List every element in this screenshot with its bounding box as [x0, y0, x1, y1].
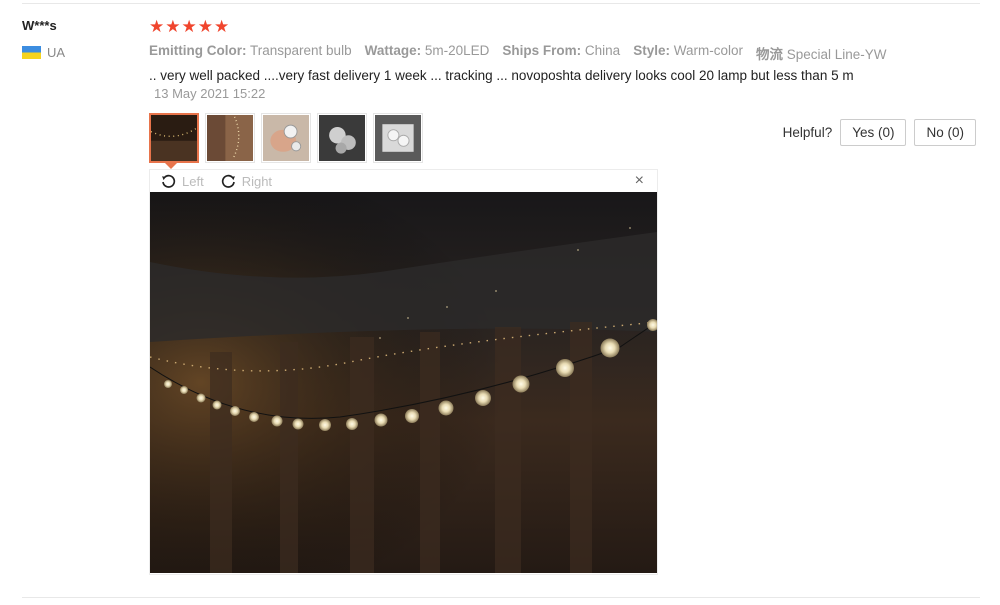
image-viewer: Left Right ×: [149, 169, 658, 575]
thumbnail-image: [207, 115, 253, 161]
thumbnail-image: [150, 115, 198, 161]
ukraine-flag-icon: [22, 46, 41, 59]
rotate-right-button[interactable]: Right: [220, 173, 272, 190]
attribute-wattage: Wattage: 5m-20LED: [364, 43, 490, 58]
product-attributes: Emitting Color: Transparent bulb Wattage…: [149, 43, 900, 63]
helpful-vote: Helpful? Yes (0) No (0): [783, 119, 976, 146]
star-icon: ★: [149, 17, 165, 36]
rotate-right-icon: [221, 174, 235, 188]
review-thumbnail-1[interactable]: [149, 113, 199, 163]
country-code: UA: [47, 45, 66, 60]
star-icon: ★: [181, 17, 197, 36]
helpful-yes-button[interactable]: Yes (0): [840, 119, 907, 146]
review-text: .. very well packed ....very fast delive…: [149, 68, 854, 83]
attribute-ships-from: Ships From: China: [502, 43, 621, 58]
reviewer-name: W***s: [22, 18, 57, 33]
star-icon: ★: [214, 17, 230, 36]
top-divider: [22, 3, 980, 4]
helpful-no-button[interactable]: No (0): [914, 119, 976, 146]
attribute-style: Style: Warm-color: [633, 43, 743, 58]
viewer-toolbar: Left Right: [150, 170, 657, 192]
bottom-divider: [22, 597, 980, 598]
rotate-left-button[interactable]: Left: [160, 173, 204, 190]
review-thumbnail-4[interactable]: [317, 113, 367, 163]
attribute-logistics: 物流 Special Line-YW: [755, 47, 887, 62]
review-thumbnail-2[interactable]: [205, 113, 255, 163]
thumbnail-image: [375, 115, 421, 161]
thumbnail-image: [319, 115, 365, 161]
reviewer-country: UA: [22, 45, 65, 60]
star-rating: ★ ★ ★ ★ ★: [149, 17, 229, 37]
rotate-right-label: Right: [241, 173, 273, 189]
attribute-emitting-color: Emitting Color: Transparent bulb: [149, 43, 352, 58]
thumbnail-image: [263, 115, 309, 161]
rotate-left-label: Left: [182, 173, 204, 189]
review-thumbnail-3[interactable]: [261, 113, 311, 163]
review-date: 13 May 2021 15:22: [154, 86, 266, 101]
review-thumbnail-5[interactable]: [373, 113, 423, 163]
review-thumbnails: [149, 113, 423, 163]
review-photo: [150, 192, 657, 573]
star-icon: ★: [165, 17, 181, 36]
rotate-left-icon: [162, 174, 176, 188]
helpful-label: Helpful?: [782, 125, 833, 140]
star-icon: ★: [197, 17, 213, 36]
close-icon[interactable]: ×: [635, 173, 644, 189]
